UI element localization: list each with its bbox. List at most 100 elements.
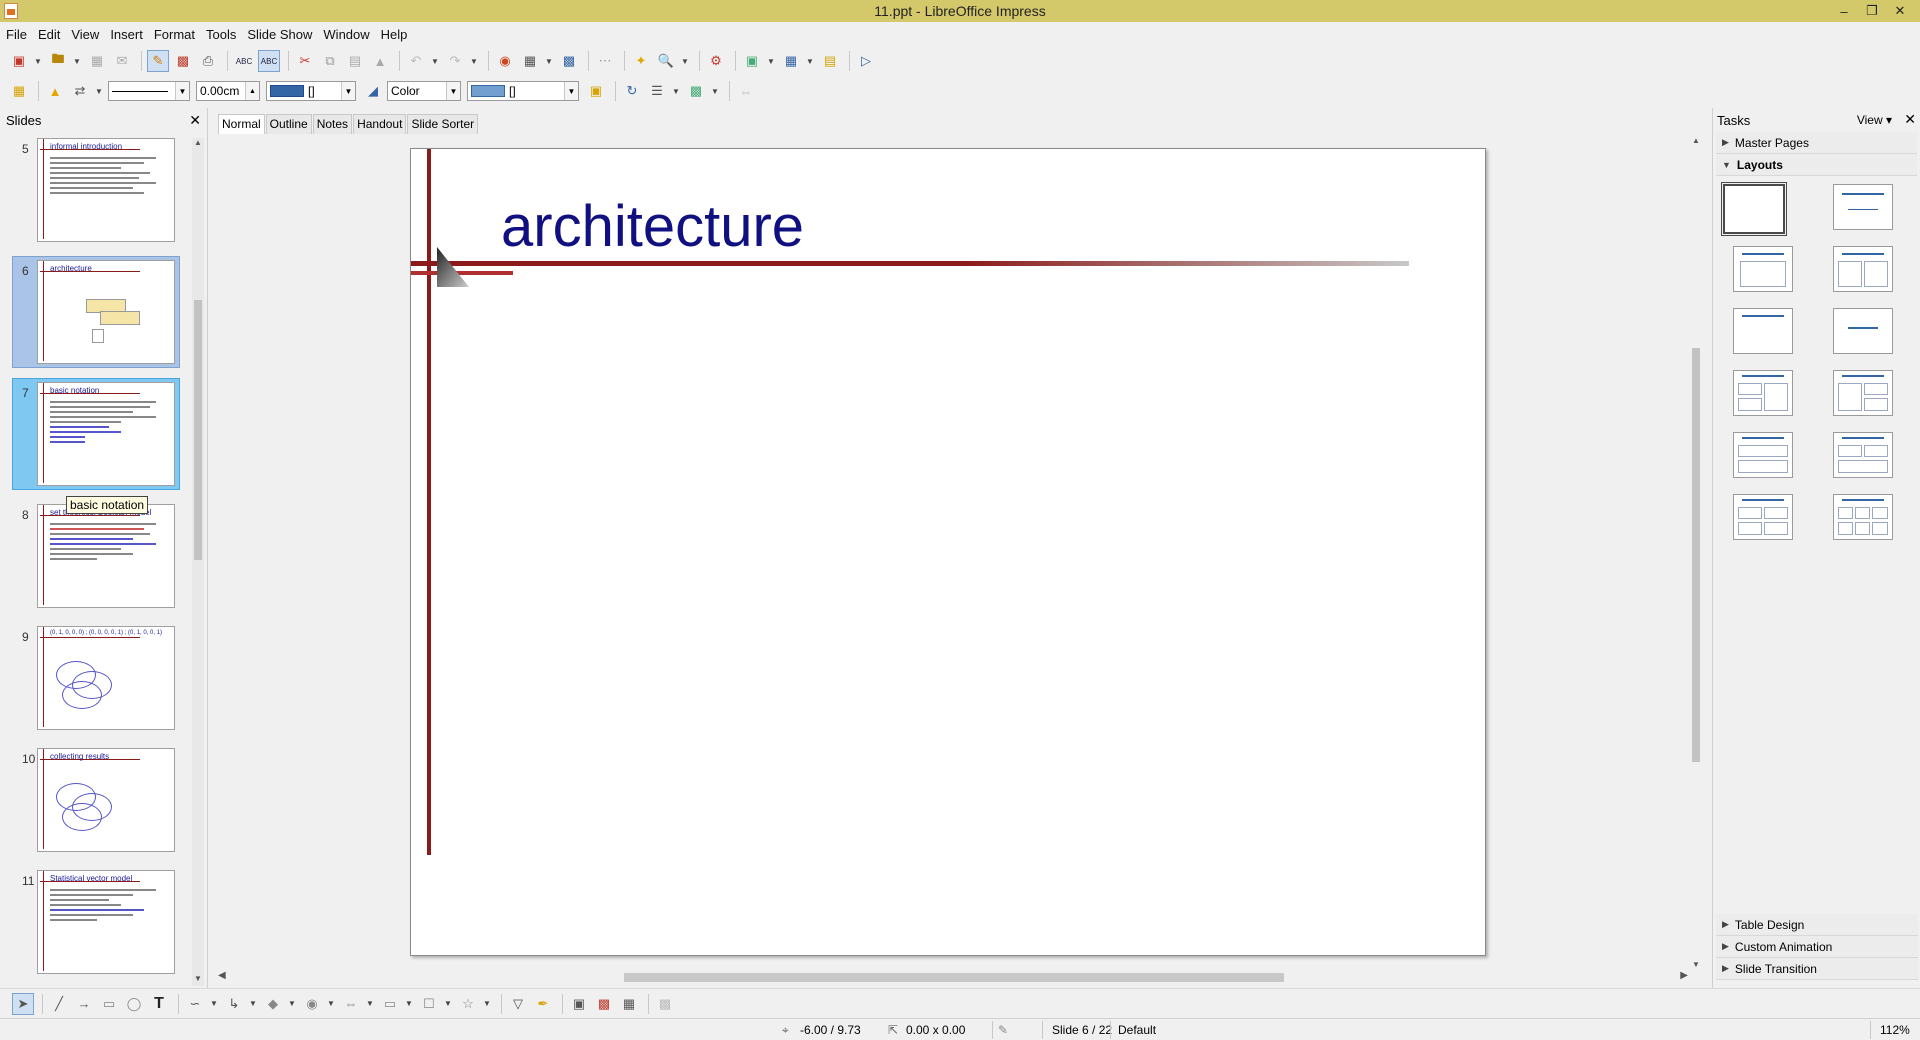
impress-app-icon[interactable] — [4, 3, 18, 19]
area-color-select[interactable]: [] ▼ — [467, 81, 579, 101]
menu-window[interactable]: Window — [323, 27, 369, 42]
zoom-level[interactable]: 112% — [1880, 1023, 1910, 1037]
curve-tool-icon[interactable]: ∽ — [184, 993, 206, 1015]
menu-edit[interactable]: Edit — [38, 27, 60, 42]
chart-icon[interactable]: ◉ — [494, 50, 516, 72]
styles-icon[interactable]: ▦ — [8, 80, 30, 102]
line-tool-icon[interactable]: ╱ — [48, 993, 70, 1015]
image-from-file-icon[interactable]: ▣ — [568, 993, 590, 1015]
align-dropdown-icon[interactable]: ▼ — [671, 80, 681, 102]
flowchart-icon[interactable]: ▭ — [379, 993, 401, 1015]
select-arrow-icon[interactable]: ➤ — [12, 992, 34, 1015]
tab-handout[interactable]: Handout — [353, 114, 407, 134]
scroll-down-icon[interactable]: ▼ — [192, 974, 204, 986]
tab-outline[interactable]: Outline — [265, 114, 312, 134]
arrange-dropdown-icon[interactable]: ▼ — [710, 80, 720, 102]
scroll-left-icon[interactable]: ◀ — [218, 970, 226, 981]
slide-thumbnail[interactable]: 9 (0, 1, 0, 0, 0) ; (0, 0, 0, 0, 1) ; (0… — [0, 622, 190, 744]
scroll-thumb[interactable] — [624, 973, 1284, 982]
stars-icon[interactable]: ☆ — [457, 993, 479, 1015]
line-width-field[interactable]: 0.00cm ▲ — [196, 81, 260, 101]
rectangle-tool-icon[interactable]: ▭ — [98, 993, 120, 1015]
symbol-shapes-icon[interactable]: ◉ — [301, 993, 323, 1015]
slide-thumbnail[interactable]: 11 Statistical vector model — [0, 866, 190, 988]
layout-title-content-over-content[interactable] — [1733, 432, 1793, 478]
print-icon[interactable]: ⎙ — [197, 50, 219, 72]
menu-insert[interactable]: Insert — [110, 27, 143, 42]
restore-icon[interactable]: ❐ — [1858, 0, 1886, 22]
symbol-shapes-dropdown-icon[interactable]: ▼ — [326, 993, 336, 1015]
menu-view[interactable]: View — [71, 27, 99, 42]
close-icon[interactable]: ✕ — [1904, 111, 1916, 128]
callouts-icon[interactable]: ☐ — [418, 993, 440, 1015]
block-arrows-icon[interactable]: ⇔ — [340, 993, 362, 1015]
layout-centered-text[interactable] — [1833, 308, 1893, 354]
slide-layout-icon[interactable]: ▣ — [741, 50, 763, 72]
autospellcheck-icon[interactable]: ABC — [258, 50, 280, 72]
clone-formatting-icon[interactable]: ▲ — [369, 50, 391, 72]
align-icon[interactable]: ☰ — [646, 80, 668, 102]
menu-help[interactable]: Help — [381, 27, 408, 42]
scroll-up-icon[interactable]: ▲ — [1690, 136, 1702, 148]
rotate-icon[interactable]: ↻ — [621, 80, 643, 102]
redo-dropdown-icon[interactable]: ▼ — [469, 50, 479, 72]
zoom-dropdown-icon[interactable]: ▼ — [680, 50, 690, 72]
extrusion-icon[interactable]: ▦ — [618, 993, 640, 1015]
layout-title-2-content[interactable] — [1833, 246, 1893, 292]
save-icon[interactable]: ▦ — [86, 50, 108, 72]
flowchart-dropdown-icon[interactable]: ▼ — [404, 993, 414, 1015]
slide-preview[interactable]: set theoretic, Boolean model — [37, 504, 175, 608]
tab-normal[interactable]: Normal — [218, 114, 265, 134]
slide-design-icon[interactable]: ▦ — [780, 50, 802, 72]
line-color-select[interactable]: [] ▼ — [266, 81, 356, 101]
stars-dropdown-icon[interactable]: ▼ — [482, 993, 492, 1015]
slide-thumbnail[interactable]: 8 set theoretic, Boolean model — [0, 500, 190, 622]
section-layouts[interactable]: ▼ Layouts — [1716, 154, 1917, 176]
display-views-icon[interactable]: ▩ — [558, 50, 580, 72]
layout-blank[interactable] — [1721, 182, 1787, 236]
slide-layout-dropdown-icon[interactable]: ▼ — [766, 50, 776, 72]
slide-preview[interactable]: Statistical vector model — [37, 870, 175, 974]
ellipse-tool-icon[interactable]: ◯ — [123, 993, 145, 1015]
layout-title-6-content[interactable] — [1833, 494, 1893, 540]
slides-scrollbar[interactable]: ▲ ▼ — [192, 138, 204, 986]
line-style-select[interactable]: ▼ — [108, 81, 190, 101]
navigator-icon[interactable]: ✦ — [630, 50, 652, 72]
view-menu-button[interactable]: View ▾ — [1857, 113, 1892, 127]
copy-icon[interactable]: ⧉ — [319, 50, 341, 72]
start-slideshow-icon[interactable]: ▷ — [855, 50, 877, 72]
paste-icon[interactable]: ▤ — [344, 50, 366, 72]
open-folder-icon[interactable]: 🖿 — [47, 50, 69, 72]
slide-canvas[interactable]: architecture — [410, 148, 1486, 956]
open-dropdown-icon[interactable]: ▼ — [72, 50, 82, 72]
undo-icon[interactable]: ↶ — [405, 50, 427, 72]
toggle-extrusion-draw-icon[interactable]: ▩ — [654, 993, 676, 1015]
tab-slide-sorter[interactable]: Slide Sorter — [407, 114, 479, 134]
menu-format[interactable]: Format — [154, 27, 195, 42]
master-slide-icon[interactable]: ▤ — [819, 50, 841, 72]
layout-title-4-content[interactable] — [1733, 494, 1793, 540]
layout-title-slide[interactable] — [1833, 184, 1893, 230]
slide-thumbnail-current[interactable]: 6 architecture — [0, 256, 190, 378]
slide-preview[interactable]: collecting results — [37, 748, 175, 852]
scroll-up-icon[interactable]: ▲ — [192, 138, 204, 150]
layout-title-content[interactable] — [1733, 246, 1793, 292]
arrange-icon[interactable]: ▩ — [685, 80, 707, 102]
section-slide-transition[interactable]: ▶ Slide Transition — [1716, 958, 1918, 980]
slide-horizontal-scrollbar[interactable]: ◀ ▶ — [218, 970, 1688, 984]
layout-title-2-content-over-content[interactable] — [1833, 432, 1893, 478]
menu-tools[interactable]: Tools — [206, 27, 236, 42]
slide-thumbnail[interactable]: 10 collecting results — [0, 744, 190, 866]
area-style-select[interactable]: Color ▼ — [387, 81, 461, 101]
grid-icon[interactable]: ⋯ — [594, 50, 616, 72]
slide-preview[interactable]: basic notation — [37, 382, 175, 486]
close-icon[interactable]: ✕ — [189, 112, 201, 129]
menu-slide-show[interactable]: Slide Show — [247, 27, 312, 42]
arrow-style-dropdown-icon[interactable]: ▼ — [94, 80, 104, 102]
section-master-pages[interactable]: ▶ Master Pages — [1716, 132, 1917, 154]
document-modified-icon[interactable]: ✎ — [998, 1023, 1008, 1037]
points-icon[interactable]: ▽ — [507, 993, 529, 1015]
menu-file[interactable]: File — [6, 27, 27, 42]
connector-dropdown-icon[interactable]: ▼ — [248, 993, 258, 1015]
block-arrows-dropdown-icon[interactable]: ▼ — [365, 993, 375, 1015]
